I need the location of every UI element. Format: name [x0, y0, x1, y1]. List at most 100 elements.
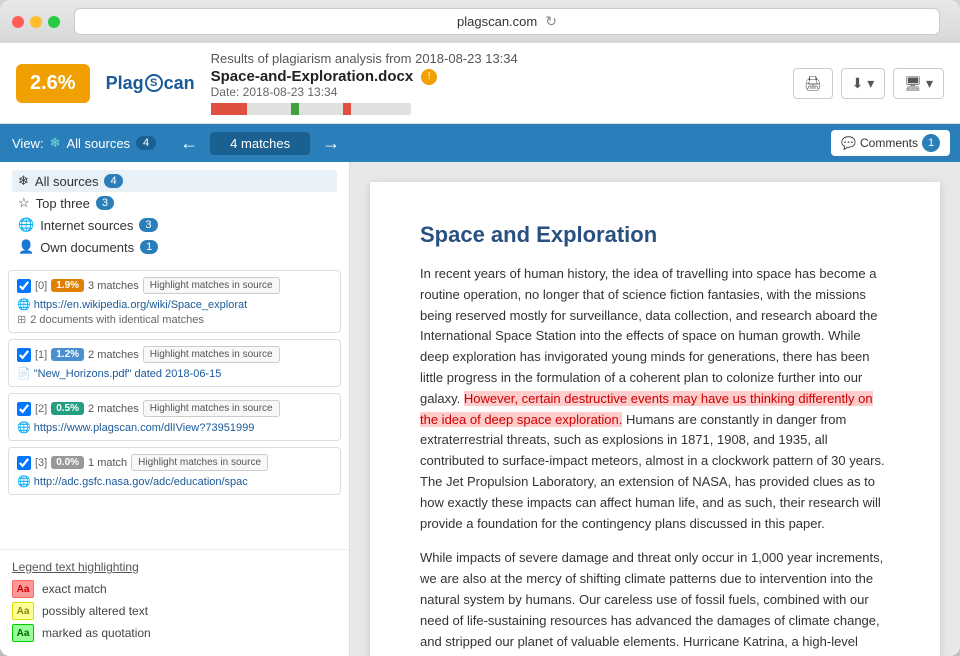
- header-middle: Results of plagiarism analysis from 2018…: [211, 51, 777, 115]
- progress-green: [291, 103, 299, 115]
- logo: Plag S can: [106, 73, 195, 94]
- globe-icon-3: 🌐: [17, 476, 31, 488]
- view-label: View: ❄ All sources 4: [0, 135, 168, 151]
- globe-icon-0: 🌐: [17, 299, 31, 311]
- close-button[interactable]: [12, 16, 24, 28]
- sidebar: ❄ All sources 4 ☆ Top three 3 🌐 Internet…: [0, 162, 350, 656]
- source-0-highlight-btn[interactable]: Highlight matches in source: [143, 277, 280, 294]
- legend-altered-label: possibly altered text: [42, 604, 148, 618]
- globe-icon-2: 🌐: [17, 422, 31, 434]
- header-actions: 🖨 ⬇ ▾ 🖥 ▾: [793, 68, 944, 99]
- nav-own-documents[interactable]: 👤 Own documents 1: [12, 236, 337, 258]
- source-0-sub: ⊞ 2 documents with identical matches: [17, 313, 332, 326]
- view-text: View:: [12, 136, 44, 151]
- para1-before: In recent years of human history, the id…: [420, 266, 877, 406]
- legend-exact-label: exact match: [42, 582, 107, 596]
- source-1-highlight-btn[interactable]: Highlight matches in source: [143, 346, 280, 363]
- nav-internet-sources-label: Internet sources: [40, 218, 133, 233]
- display-button[interactable]: 🖥 ▾: [893, 68, 944, 99]
- legend-quotation-label: marked as quotation: [42, 626, 151, 640]
- nav-top-three-label: Top three: [36, 196, 90, 211]
- progress-red-1: [211, 103, 247, 115]
- nav-top-three[interactable]: ☆ Top three 3: [12, 192, 337, 214]
- app-header: 2.6% Plag S can Results of plagiarism an…: [0, 43, 960, 124]
- progress-bar-container: [211, 103, 411, 115]
- source-2-pct: 0.5%: [51, 402, 84, 415]
- download-button[interactable]: ⬇ ▾: [841, 68, 886, 99]
- print-button[interactable]: 🖨: [793, 68, 833, 99]
- prev-arrow[interactable]: ←: [168, 124, 210, 162]
- source-2-header: [2] 0.5% 2 matches Highlight matches in …: [17, 400, 332, 417]
- url-text: plagscan.com: [457, 14, 537, 29]
- next-arrow[interactable]: →: [310, 124, 352, 162]
- doc-paragraph-1: In recent years of human history, the id…: [420, 264, 890, 534]
- legend-title[interactable]: Legend text highlighting: [12, 560, 337, 574]
- legend-green-icon: Aa: [12, 624, 34, 642]
- source-1-matches: 2 matches: [88, 349, 139, 361]
- nav-internet-sources[interactable]: 🌐 Internet sources 3: [12, 214, 337, 236]
- source-nav: ❄ All sources 4 ☆ Top three 3 🌐 Internet…: [0, 162, 349, 266]
- source-3-header: [3] 0.0% 1 match Highlight matches in so…: [17, 454, 332, 471]
- comments-badge: 1: [922, 134, 940, 152]
- legend-yellow-icon: Aa: [12, 602, 34, 620]
- view-toolbar: View: ❄ All sources 4 ← 4 matches → 💬 Co…: [0, 124, 960, 162]
- source-2-index: [2]: [35, 403, 47, 415]
- address-bar[interactable]: plagscan.com ↻: [74, 8, 940, 35]
- legend-quotation: Aa marked as quotation: [12, 624, 337, 642]
- source-3-index: [3]: [35, 457, 47, 469]
- source-0-header: [0] 1.9% 3 matches Highlight matches in …: [17, 277, 332, 294]
- nav-top-three-badge: 3: [96, 196, 114, 210]
- source-3-checkbox[interactable]: [17, 456, 31, 470]
- browser-controls: plagscan.com ↻: [12, 8, 948, 35]
- legend-altered: Aa possibly altered text: [12, 602, 337, 620]
- browser-chrome: plagscan.com ↻: [0, 0, 960, 43]
- score-badge: 2.6%: [16, 64, 90, 103]
- comments-button[interactable]: 💬 Comments 1: [831, 130, 950, 156]
- nav-all-sources-badge: 4: [104, 174, 122, 188]
- source-2-matches: 2 matches: [88, 403, 139, 415]
- source-1-url[interactable]: 📄 "New_Horizons.pdf" dated 2018-06-15: [17, 367, 332, 380]
- para1-after: Humans are constantly in danger from ext…: [420, 412, 885, 531]
- date: Date: 2018-08-23 13:34: [211, 85, 777, 99]
- legend: Legend text highlighting Aa exact match …: [0, 549, 349, 656]
- logo-can: can: [164, 73, 195, 94]
- nav-internet-sources-badge: 3: [139, 218, 157, 232]
- main-area: ❄ All sources 4 ☆ Top three 3 🌐 Internet…: [0, 162, 960, 656]
- source-1-checkbox[interactable]: [17, 348, 31, 362]
- all-sources-badge: 4: [136, 136, 156, 150]
- source-0-index: [0]: [35, 280, 47, 292]
- refresh-icon[interactable]: ↻: [545, 13, 557, 30]
- source-3-matches: 1 match: [88, 457, 127, 469]
- source-0-matches: 3 matches: [88, 280, 139, 292]
- comments-label: Comments: [860, 136, 918, 150]
- source-3-highlight-btn[interactable]: Highlight matches in source: [131, 454, 268, 471]
- source-1-pct: 1.2%: [51, 348, 84, 361]
- source-0-checkbox[interactable]: [17, 279, 31, 293]
- minimize-button[interactable]: [30, 16, 42, 28]
- matches-count: 4 matches: [210, 132, 310, 155]
- nav-all-sources-label: All sources: [35, 174, 99, 189]
- internet-sources-icon: 🌐: [18, 217, 34, 233]
- source-item-1: [1] 1.2% 2 matches Highlight matches in …: [8, 339, 341, 387]
- browser-window: plagscan.com ↻ 2.6% Plag S can Results o…: [0, 0, 960, 656]
- source-2-highlight-btn[interactable]: Highlight matches in source: [143, 400, 280, 417]
- nav-own-documents-label: Own documents: [40, 240, 134, 255]
- source-2-checkbox[interactable]: [17, 402, 31, 416]
- doc-area: Space and Exploration In recent years of…: [350, 162, 960, 656]
- source-2-url[interactable]: 🌐 https://www.plagscan.com/dlIView?73951…: [17, 421, 332, 434]
- source-0-url[interactable]: 🌐 https://en.wikipedia.org/wiki/Space_ex…: [17, 298, 332, 311]
- progress-red-2: [343, 103, 351, 115]
- source-item-2: [2] 0.5% 2 matches Highlight matches in …: [8, 393, 341, 441]
- info-icon: !: [421, 69, 437, 85]
- all-sources-icon: ❄: [18, 173, 29, 189]
- maximize-button[interactable]: [48, 16, 60, 28]
- traffic-lights: [12, 16, 60, 28]
- plus-icon-0: ⊞: [17, 313, 26, 326]
- own-docs-icon: 👤: [18, 239, 34, 255]
- doc-icon-1: 📄: [17, 368, 31, 380]
- source-3-url[interactable]: 🌐 http://adc.gsfc.nasa.gov/adc/education…: [17, 475, 332, 488]
- nav-all-sources[interactable]: ❄ All sources 4: [12, 170, 337, 192]
- doc-title: Space and Exploration: [420, 222, 890, 248]
- comment-icon: 💬: [841, 136, 856, 150]
- legend-red-icon: Aa: [12, 580, 34, 598]
